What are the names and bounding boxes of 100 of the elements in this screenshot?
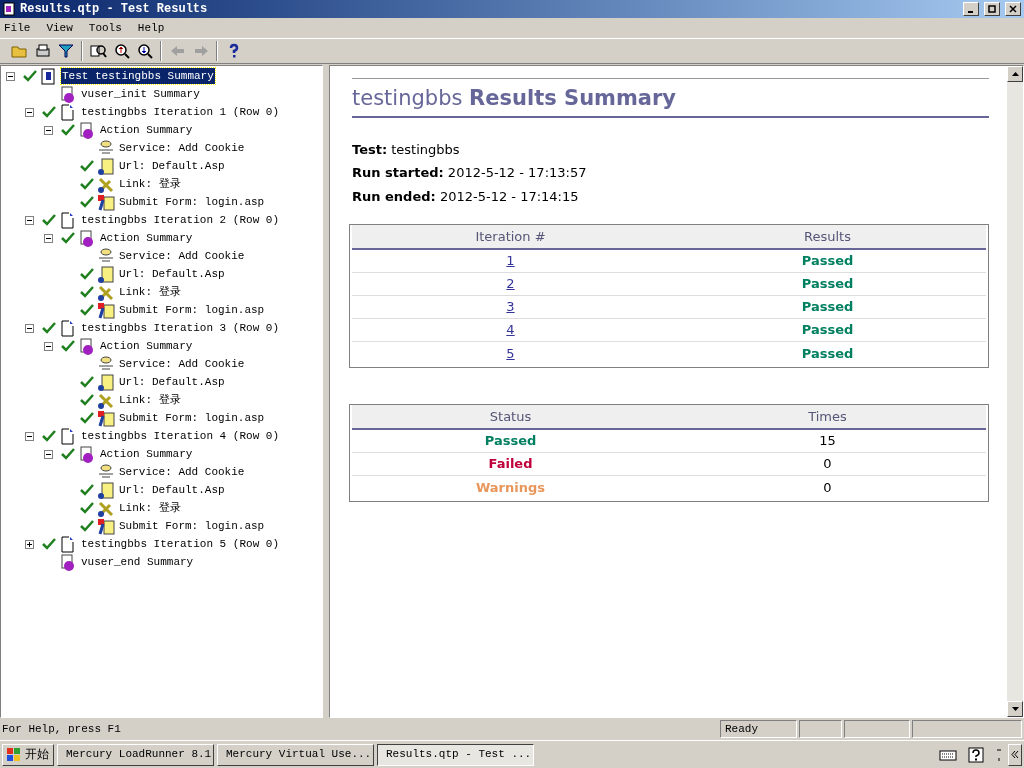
file-icon (97, 373, 115, 391)
tree-item[interactable]: Url: Default.Asp (118, 157, 226, 175)
menu-item[interactable]: Tools (88, 19, 122, 37)
check-icon (80, 160, 94, 172)
tree-item[interactable]: testingbbs Iteration 4 (Row 0) (80, 427, 281, 445)
menu-item[interactable]: View (46, 19, 73, 37)
check-icon (80, 286, 94, 298)
tree-item[interactable]: Service: Add Cookie (118, 355, 246, 373)
tree-item[interactable]: Link: 登录 (118, 283, 182, 301)
form-icon (97, 409, 115, 427)
plus-icon (26, 540, 33, 548)
expand-toggle[interactable] (44, 125, 53, 135)
expand-tray-button[interactable] (1008, 743, 1022, 766)
maximize-button[interactable] (984, 2, 1000, 16)
expand-toggle[interactable] (25, 107, 34, 117)
scroll-icon (78, 445, 96, 463)
times-cell-text: 0 (823, 455, 832, 474)
file-icon (97, 481, 115, 499)
check-icon (80, 376, 94, 388)
minimize-button[interactable] (963, 2, 979, 16)
expand-toggle[interactable] (6, 71, 15, 81)
scroll-icon (59, 553, 77, 571)
check-icon (42, 538, 56, 550)
scrollbar[interactable] (1007, 66, 1023, 717)
iteration-link[interactable]: 1 (506, 251, 515, 271)
expand-toggle[interactable] (44, 341, 53, 351)
tree-item[interactable]: Submit Form: login.asp (118, 409, 266, 427)
tree-item[interactable]: Submit Form: login.asp (118, 517, 266, 535)
check-icon (23, 70, 37, 82)
result-label: Passed (801, 344, 854, 363)
maximize-icon (988, 5, 996, 13)
tree-item[interactable]: Url: Default.Asp (118, 481, 226, 499)
close-button[interactable] (1005, 2, 1021, 16)
help-icon[interactable] (968, 746, 984, 763)
tree-item[interactable]: testingbbs Iteration 2 (Row 0) (80, 211, 281, 229)
tree-item[interactable]: testingbbs Iteration 5 (Row 0) (80, 535, 281, 553)
expand-toggle[interactable] (44, 233, 53, 243)
page-icon (59, 319, 77, 337)
tree-item[interactable]: Service: Add Cookie (118, 463, 246, 481)
start-button[interactable]: 开始 (2, 743, 54, 766)
form-icon (97, 301, 115, 319)
file-icon (97, 157, 115, 175)
run-info-line: Run started: 2012-5-12 - 17:13:57 (352, 164, 588, 182)
column-header: Times (808, 407, 847, 426)
expand-toggle[interactable] (25, 539, 34, 549)
tree-item[interactable]: Action Summary (99, 445, 194, 463)
check-icon (80, 394, 94, 406)
expand-toggle[interactable] (44, 449, 53, 459)
file-icon (97, 265, 115, 283)
tree-item[interactable]: Test testingbbs Summary (61, 67, 215, 85)
check-icon (80, 484, 94, 496)
tree-item[interactable]: Service: Add Cookie (118, 247, 246, 265)
check-icon (80, 412, 94, 424)
check-icon (61, 124, 75, 136)
taskbar-button[interactable]: Results.qtp - Test ... (377, 743, 534, 766)
chain-icon (97, 499, 115, 517)
form-icon (97, 193, 115, 211)
taskbar-button[interactable]: Mercury LoadRunner 8.1 (57, 743, 214, 766)
menu-item[interactable]: Help (137, 19, 165, 37)
tree-item[interactable]: Action Summary (99, 229, 194, 247)
expand-toggle[interactable] (25, 431, 34, 441)
tree-item[interactable]: testingbbs Iteration 3 (Row 0) (80, 319, 281, 337)
iteration-link[interactable]: 3 (506, 297, 515, 317)
tree-item[interactable]: Url: Default.Asp (118, 265, 226, 283)
iteration-link[interactable]: 4 (506, 320, 515, 340)
page-icon (59, 427, 77, 445)
chain-icon (97, 175, 115, 193)
tree-item[interactable]: Submit Form: login.asp (118, 193, 266, 211)
status-label: Failed (488, 455, 533, 474)
status-pane (799, 720, 842, 738)
keyboard-icon[interactable] (939, 748, 957, 761)
check-icon (61, 340, 75, 352)
column-header: Status (489, 407, 532, 426)
iteration-link[interactable]: 2 (506, 274, 515, 294)
tree-item[interactable]: testingbbs Iteration 1 (Row 0) (80, 103, 281, 121)
tree-item[interactable]: Link: 登录 (118, 391, 182, 409)
check-icon (61, 448, 75, 460)
tree-item[interactable]: Link: 登录 (118, 499, 182, 517)
cylinder-icon (97, 139, 115, 157)
cylinder-icon (97, 247, 115, 265)
chain-icon (97, 283, 115, 301)
tree-item[interactable]: vuser_init Summary (80, 85, 201, 103)
tree-item[interactable]: Service: Add Cookie (118, 139, 246, 157)
expand-toggle[interactable] (25, 323, 34, 333)
check-icon (80, 178, 94, 190)
check-icon (80, 520, 94, 532)
tree-item[interactable]: Action Summary (99, 337, 194, 355)
taskbar-button[interactable]: Mercury Virtual Use... (217, 743, 374, 766)
page-icon (59, 103, 77, 121)
page-icon (59, 211, 77, 229)
tree-item[interactable]: Url: Default.Asp (118, 373, 226, 391)
iteration-link[interactable]: 5 (506, 343, 515, 364)
menu-item[interactable]: File (4, 19, 31, 37)
tree-item[interactable]: vuser_end Summary (80, 553, 195, 571)
tree-item[interactable]: Link: 登录 (118, 175, 182, 193)
expand-toggle[interactable] (25, 215, 34, 225)
tree-item[interactable]: Submit Form: login.asp (118, 301, 266, 319)
tree-item[interactable]: Action Summary (99, 121, 194, 139)
check-icon (42, 106, 56, 118)
cylinder-icon (97, 463, 115, 481)
